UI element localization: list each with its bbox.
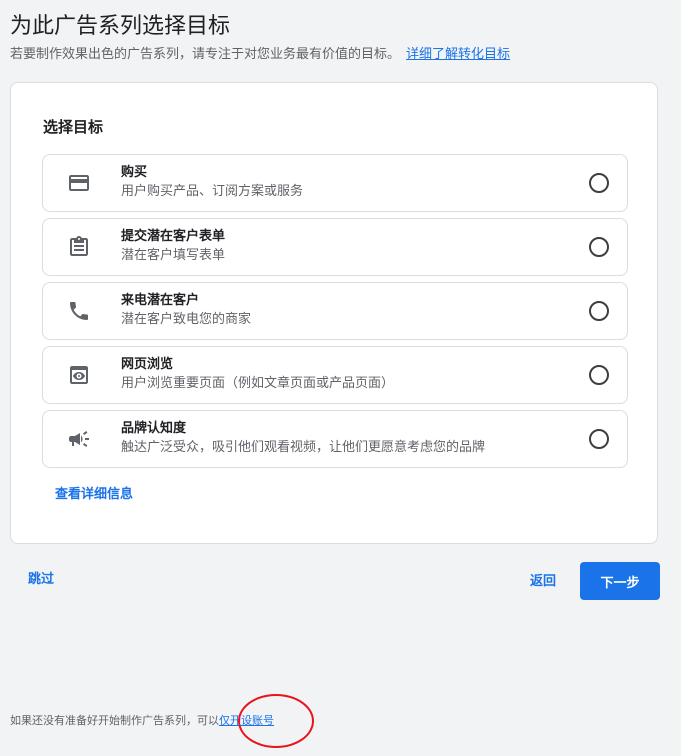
goal-radio-button[interactable] <box>589 301 609 321</box>
goal-option-purchase[interactable]: 购买 用户购买产品、订阅方案或服务 <box>42 154 628 212</box>
goal-radio-button[interactable] <box>589 429 609 449</box>
section-title: 选择目标 <box>43 118 104 136</box>
goal-option-lead-form[interactable]: 提交潜在客户表单 潜在客户填写表单 <box>42 218 628 276</box>
megaphone-icon <box>67 427 91 451</box>
goal-option-phone-call[interactable]: 来电潜在客户 潜在客户致电您的商家 <box>42 282 628 340</box>
goal-selection-card: 选择目标 购买 用户购买产品、订阅方案或服务 提交潜在客户表单 潜在客户填写表单… <box>10 82 658 544</box>
goal-option-page-view[interactable]: 网页浏览 用户浏览重要页面（例如文章页面或产品页面） <box>42 346 628 404</box>
next-button[interactable]: 下一步 <box>580 562 660 600</box>
skip-button[interactable]: 跳过 <box>28 570 54 590</box>
goal-radio-button[interactable] <box>589 173 609 193</box>
goal-option-description: 用户购买产品、订阅方案或服务 <box>121 184 304 199</box>
goal-option-brand-awareness[interactable]: 品牌认知度 触达广泛受众，吸引他们观看视频，让他们更愿意考虑您的品牌 <box>42 410 628 468</box>
goal-option-description: 潜在客户致电您的商家 <box>121 312 252 327</box>
webpage-view-icon <box>67 363 91 387</box>
goal-option-title: 品牌认知度 <box>121 421 187 436</box>
goal-option-title: 来电潜在客户 <box>121 293 200 308</box>
subtitle-text: 若要制作效果出色的广告系列，请专注于对您业务最有价值的目标。 <box>10 47 401 62</box>
clipboard-icon <box>67 235 91 259</box>
learn-more-link[interactable]: 详细了解转化目标 <box>406 47 510 62</box>
goal-option-title: 提交潜在客户表单 <box>121 229 226 244</box>
page-title: 为此广告系列选择目标 <box>10 14 231 39</box>
footer-note: 如果还没有准备好开始制作广告系列，可以仅开设账号 <box>10 712 274 730</box>
view-details-link[interactable]: 查看详细信息 <box>55 485 133 505</box>
goal-option-title: 购买 <box>121 165 148 180</box>
goal-option-description: 用户浏览重要页面（例如文章页面或产品页面） <box>121 376 395 391</box>
credit-card-icon <box>67 171 91 195</box>
goal-options-list: 购买 用户购买产品、订阅方案或服务 提交潜在客户表单 潜在客户填写表单 来电潜在… <box>42 154 628 474</box>
goal-option-title: 网页浏览 <box>121 357 174 372</box>
goal-radio-button[interactable] <box>589 237 609 257</box>
page-subtitle: 若要制作效果出色的广告系列，请专注于对您业务最有价值的目标。 详细了解转化目标 <box>10 45 510 65</box>
footer-note-text: 如果还没有准备好开始制作广告系列，可以 <box>10 714 219 727</box>
goal-option-description: 触达广泛受众，吸引他们观看视频，让他们更愿意考虑您的品牌 <box>121 440 486 455</box>
phone-icon <box>67 299 91 323</box>
goal-radio-button[interactable] <box>589 365 609 385</box>
back-button[interactable]: 返回 <box>530 572 556 592</box>
goal-option-description: 潜在客户填写表单 <box>121 248 226 263</box>
create-account-only-link[interactable]: 仅开设账号 <box>219 714 274 727</box>
